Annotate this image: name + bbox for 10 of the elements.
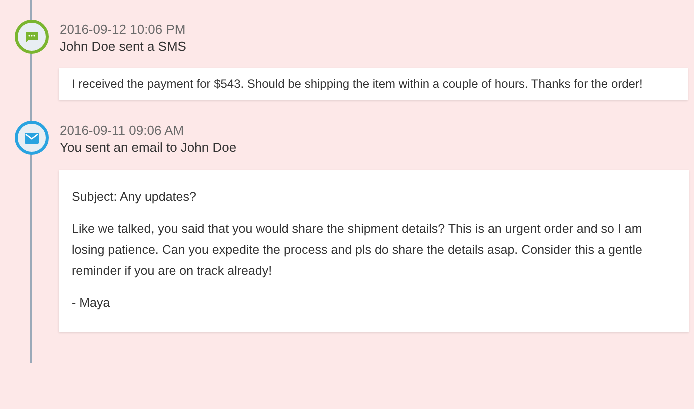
message-text: Like we talked, you said that you would share the shipment details? This is an urgent order and so I am losing patience. Can you expedite the process and pls do share the details asap. Consider this a gentle reminder if you are on track already! [72, 221, 644, 280]
message-text: I received the payment for $543. Should be shipping the item within a couple of hours. Thanks for the order! [72, 76, 644, 93]
event-timestamp: 2016-09-11 09:06 AM [60, 122, 186, 139]
envelope-icon [25, 132, 39, 144]
event-title: You sent an email to John Doe [60, 139, 237, 157]
message-text: - Maya [72, 295, 112, 312]
message-text: Subject: Any updates? [72, 189, 198, 206]
event-timestamp: 2016-09-12 10:06 PM [60, 21, 186, 38]
chat-bubble-icon [25, 30, 39, 44]
event-title: John Doe sent a SMS [60, 38, 186, 56]
